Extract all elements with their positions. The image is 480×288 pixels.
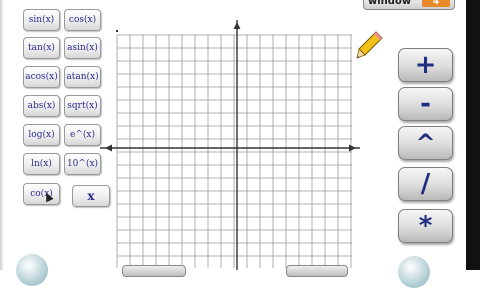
pencil-icon[interactable] bbox=[356, 30, 384, 60]
multiply-button[interactable]: * bbox=[398, 209, 453, 243]
plus-button[interactable]: + bbox=[398, 48, 453, 82]
y-axis-top-arrow bbox=[233, 22, 241, 29]
caret-icon: ^ bbox=[415, 129, 436, 157]
asterisk-icon: * bbox=[418, 211, 433, 241]
atan-button[interactable]: atan(x) bbox=[64, 66, 101, 88]
x-axis-left-arrow bbox=[105, 144, 112, 152]
window-label: window bbox=[368, 0, 412, 7]
log-button[interactable]: log(x) bbox=[23, 124, 60, 146]
bubble-icon-right bbox=[398, 256, 430, 288]
left-edge bbox=[0, 0, 4, 270]
power-button[interactable]: ^ bbox=[398, 126, 453, 160]
divide-button[interactable]: / bbox=[398, 167, 453, 201]
abs-button[interactable]: abs(x) bbox=[23, 95, 60, 117]
x-axis-right-arrow bbox=[349, 144, 356, 152]
slash-icon: / bbox=[420, 169, 431, 199]
sin-button[interactable]: sin(x) bbox=[23, 9, 60, 31]
grid-lines bbox=[116, 34, 352, 268]
minus-icon: - bbox=[420, 89, 431, 119]
bottom-tab-1[interactable] bbox=[122, 265, 186, 277]
sqrt-button[interactable]: sqrt(x) bbox=[64, 95, 101, 117]
asin-button[interactable]: asin(x) bbox=[64, 37, 101, 59]
window-value[interactable]: 4 bbox=[422, 0, 450, 7]
minus-button[interactable]: - bbox=[398, 87, 453, 121]
tan-button[interactable]: tan(x) bbox=[23, 37, 60, 59]
plus-icon: + bbox=[414, 50, 437, 80]
right-scrollbar[interactable] bbox=[466, 0, 480, 270]
cos-button[interactable]: cos(x) bbox=[64, 9, 101, 31]
bubble-icon-left bbox=[16, 254, 48, 286]
acos-button[interactable]: acos(x) bbox=[23, 66, 60, 88]
graph-area[interactable] bbox=[100, 20, 362, 270]
ln-button[interactable]: ln(x) bbox=[23, 153, 60, 175]
bottom-tab-2[interactable] bbox=[286, 265, 348, 277]
pow10-button[interactable]: 10^(x) bbox=[64, 153, 101, 175]
exp-button[interactable]: e^(x) bbox=[64, 124, 101, 146]
window-control[interactable]: window 4 bbox=[363, 0, 455, 10]
